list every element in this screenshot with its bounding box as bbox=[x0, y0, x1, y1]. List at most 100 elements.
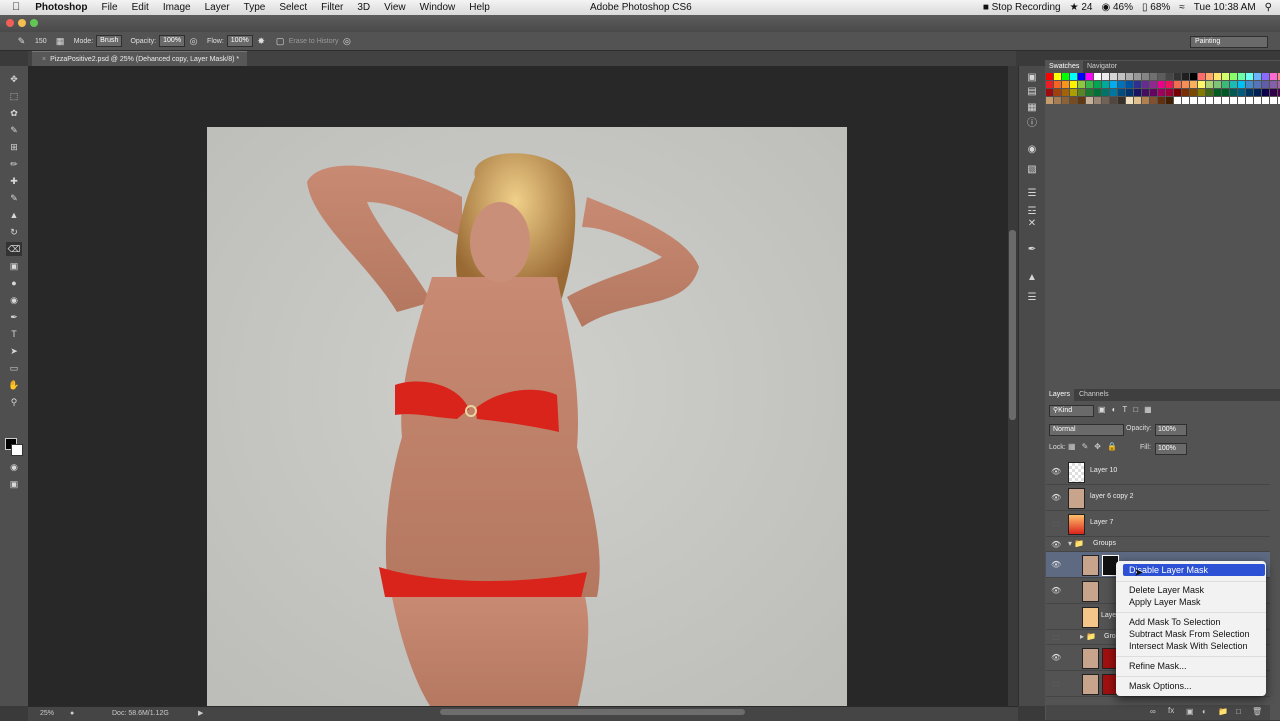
history-panel-icon[interactable]: ▤ bbox=[1026, 86, 1038, 98]
visibility-eye-icon[interactable]: 👁 bbox=[1051, 586, 1061, 595]
color-swatch[interactable] bbox=[1158, 73, 1165, 80]
clock[interactable]: Tue 10:38 AM bbox=[1194, 0, 1256, 15]
color-swatch[interactable] bbox=[1086, 81, 1093, 88]
color-swatch[interactable] bbox=[1270, 73, 1277, 80]
visibility-eye-off-icon[interactable]: □ bbox=[1051, 679, 1061, 688]
new-adjustment-icon[interactable]: ◐ bbox=[1202, 707, 1207, 716]
crop-tool-icon[interactable]: ⊞ bbox=[6, 140, 22, 154]
pen-tool-icon[interactable]: ✒ bbox=[6, 310, 22, 324]
menu-select[interactable]: Select bbox=[272, 0, 314, 15]
status-options-icon[interactable]: ● bbox=[70, 707, 74, 720]
opacity-field[interactable]: 100% bbox=[159, 35, 186, 47]
canvas-vertical-scroll-thumb[interactable] bbox=[1009, 230, 1016, 420]
layer-opacity-field[interactable]: 100% bbox=[1155, 424, 1187, 436]
color-swatch[interactable] bbox=[1046, 97, 1053, 104]
layer-group-row[interactable]: 👁 ▾ 📁 Groups bbox=[1046, 537, 1270, 552]
color-swatch[interactable] bbox=[1222, 81, 1229, 88]
color-swatch[interactable] bbox=[1158, 89, 1165, 96]
color-swatch[interactable] bbox=[1190, 81, 1197, 88]
stop-recording[interactable]: ■ Stop Recording bbox=[983, 0, 1061, 15]
marquee-tool-icon[interactable]: ⬚ bbox=[6, 89, 22, 103]
color-swatch[interactable] bbox=[1142, 81, 1149, 88]
menu-item-refine-mask[interactable]: Refine Mask... bbox=[1116, 660, 1266, 672]
healing-tool-icon[interactable]: ✚ bbox=[6, 174, 22, 188]
layer-kind-filter[interactable]: ⚲Kind bbox=[1049, 405, 1094, 417]
color-swatch[interactable] bbox=[1094, 97, 1101, 104]
add-mask-icon[interactable]: ▣ bbox=[1186, 707, 1194, 716]
color-swatch[interactable] bbox=[1262, 73, 1269, 80]
color-swatch[interactable] bbox=[1254, 81, 1261, 88]
color-swatch[interactable] bbox=[1270, 89, 1277, 96]
tab-layers[interactable]: Layers bbox=[1045, 389, 1075, 401]
eyedropper-tool-icon[interactable]: ✏ bbox=[6, 157, 22, 171]
minimize-window-button[interactable] bbox=[18, 19, 26, 27]
tab-channels[interactable]: Channels bbox=[1075, 389, 1113, 401]
color-swatch[interactable] bbox=[1198, 81, 1205, 88]
tool-presets-icon[interactable]: ✕ bbox=[1026, 218, 1038, 230]
new-group-icon[interactable]: 📁 bbox=[1218, 707, 1228, 716]
group-expand-chevron-icon[interactable]: ▾ 📁 bbox=[1068, 539, 1084, 548]
color-swatch[interactable] bbox=[1214, 89, 1221, 96]
new-layer-icon[interactable]: □ bbox=[1236, 707, 1241, 716]
link-layers-icon[interactable]: ∞ bbox=[1150, 707, 1156, 716]
color-swatch[interactable] bbox=[1246, 73, 1253, 80]
color-swatch[interactable] bbox=[1166, 89, 1173, 96]
color-swatch[interactable] bbox=[1046, 89, 1053, 96]
color-swatch[interactable] bbox=[1158, 81, 1165, 88]
cpu-meter[interactable]: ◉ 46% bbox=[1101, 0, 1133, 15]
menu-item-intersect-mask-with-selection[interactable]: Intersect Mask With Selection bbox=[1116, 640, 1266, 652]
info-panel-icon[interactable]: ⓘ bbox=[1026, 118, 1038, 130]
color-swatch[interactable] bbox=[1198, 73, 1205, 80]
color-swatch[interactable] bbox=[1230, 97, 1237, 104]
shape-filter-icon[interactable]: □ bbox=[1133, 405, 1138, 416]
lock-transparent-icon[interactable]: ▦ bbox=[1068, 442, 1076, 451]
color-swatch[interactable] bbox=[1126, 89, 1133, 96]
color-swatch[interactable] bbox=[1246, 97, 1253, 104]
color-swatch[interactable] bbox=[1126, 73, 1133, 80]
color-swatch[interactable] bbox=[1070, 73, 1077, 80]
color-swatch[interactable] bbox=[1110, 73, 1117, 80]
color-swatch[interactable] bbox=[1182, 97, 1189, 104]
color-swatch[interactable] bbox=[1046, 73, 1053, 80]
actions-panel-icon[interactable]: ☰ bbox=[1026, 292, 1038, 304]
color-swatch[interactable] bbox=[1054, 89, 1061, 96]
quick-select-tool-icon[interactable]: ✎ bbox=[6, 123, 22, 137]
menu-view[interactable]: View bbox=[377, 0, 413, 15]
layer-row[interactable]: 👁 Layer 10 bbox=[1046, 459, 1270, 485]
color-swatch[interactable] bbox=[1110, 89, 1117, 96]
document-tab-close-icon[interactable]: × bbox=[42, 56, 46, 63]
color-swatch[interactable] bbox=[1054, 97, 1061, 104]
color-swatch[interactable] bbox=[1254, 73, 1261, 80]
color-swatch[interactable] bbox=[1214, 81, 1221, 88]
smart-object-filter-icon[interactable]: ▦ bbox=[1144, 405, 1152, 416]
quick-mask-icon[interactable]: ◉ bbox=[6, 460, 22, 474]
stamp-tool-icon[interactable]: ▲ bbox=[6, 208, 22, 222]
color-swatch[interactable] bbox=[1262, 97, 1269, 104]
menu-item-disable-layer-mask[interactable]: Disable Layer Mask bbox=[1123, 564, 1265, 576]
color-swatch[interactable] bbox=[1062, 81, 1069, 88]
pixel-filter-icon[interactable]: ▣ bbox=[1098, 405, 1106, 416]
status-menu-arrow-icon[interactable]: ▶ bbox=[198, 707, 203, 720]
color-swatch[interactable] bbox=[1246, 81, 1253, 88]
color-swatch[interactable] bbox=[1238, 97, 1245, 104]
color-swatch[interactable] bbox=[1118, 89, 1125, 96]
color-swatch[interactable] bbox=[1206, 81, 1213, 88]
visibility-eye-icon[interactable]: 👁 bbox=[1051, 560, 1061, 569]
history-brush-tool-icon[interactable]: ↻ bbox=[6, 225, 22, 239]
lock-all-icon[interactable]: 🔒 bbox=[1107, 442, 1117, 451]
zoom-window-button[interactable] bbox=[30, 19, 38, 27]
mode-select[interactable]: Brush bbox=[96, 35, 123, 47]
color-swatch[interactable] bbox=[1182, 73, 1189, 80]
document-tab[interactable]: × PizzaPositive2.psd @ 25% (Dehanced copy… bbox=[32, 51, 247, 66]
color-swatch[interactable] bbox=[1190, 73, 1197, 80]
color-swatch[interactable] bbox=[1238, 81, 1245, 88]
workspace-select[interactable]: Painting bbox=[1190, 36, 1268, 48]
clone-source-icon[interactable]: ▲ bbox=[1026, 272, 1038, 284]
menu-item-add-mask-to-selection[interactable]: Add Mask To Selection bbox=[1116, 616, 1266, 628]
color-swatch[interactable] bbox=[1078, 97, 1085, 104]
color-swatch[interactable] bbox=[1062, 73, 1069, 80]
menu-help[interactable]: Help bbox=[462, 0, 497, 15]
color-swatch[interactable] bbox=[1070, 97, 1077, 104]
color-swatch[interactable] bbox=[1094, 89, 1101, 96]
color-swatch[interactable] bbox=[1222, 89, 1229, 96]
